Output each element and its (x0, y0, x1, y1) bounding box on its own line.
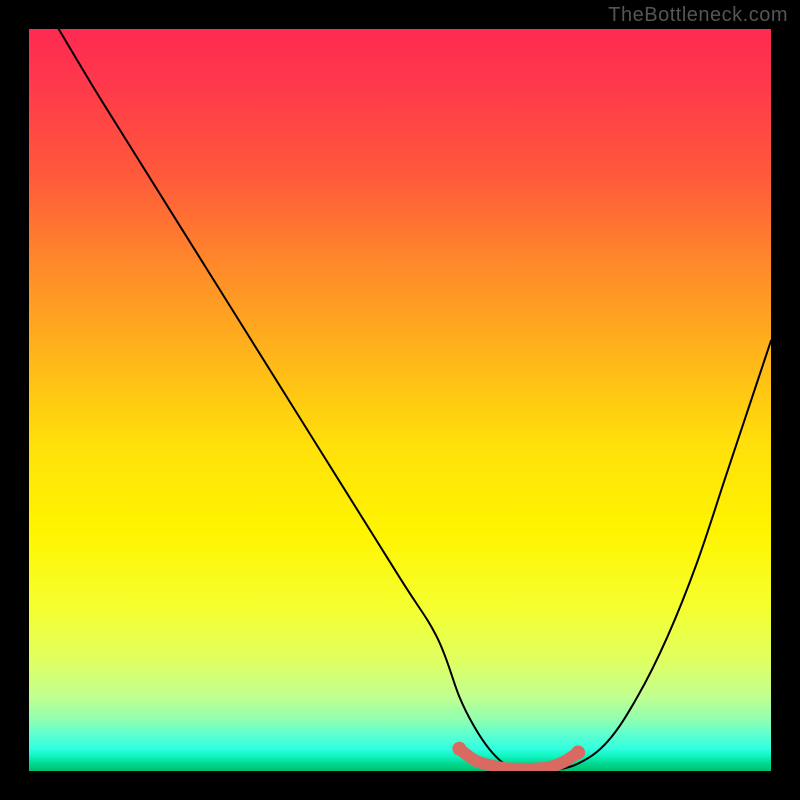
chart-svg (29, 29, 771, 771)
main-curve (59, 29, 771, 771)
highlight-segment (452, 742, 585, 769)
watermark-text: TheBottleneck.com (608, 4, 788, 27)
chart-container: TheBottleneck.com (0, 0, 800, 800)
